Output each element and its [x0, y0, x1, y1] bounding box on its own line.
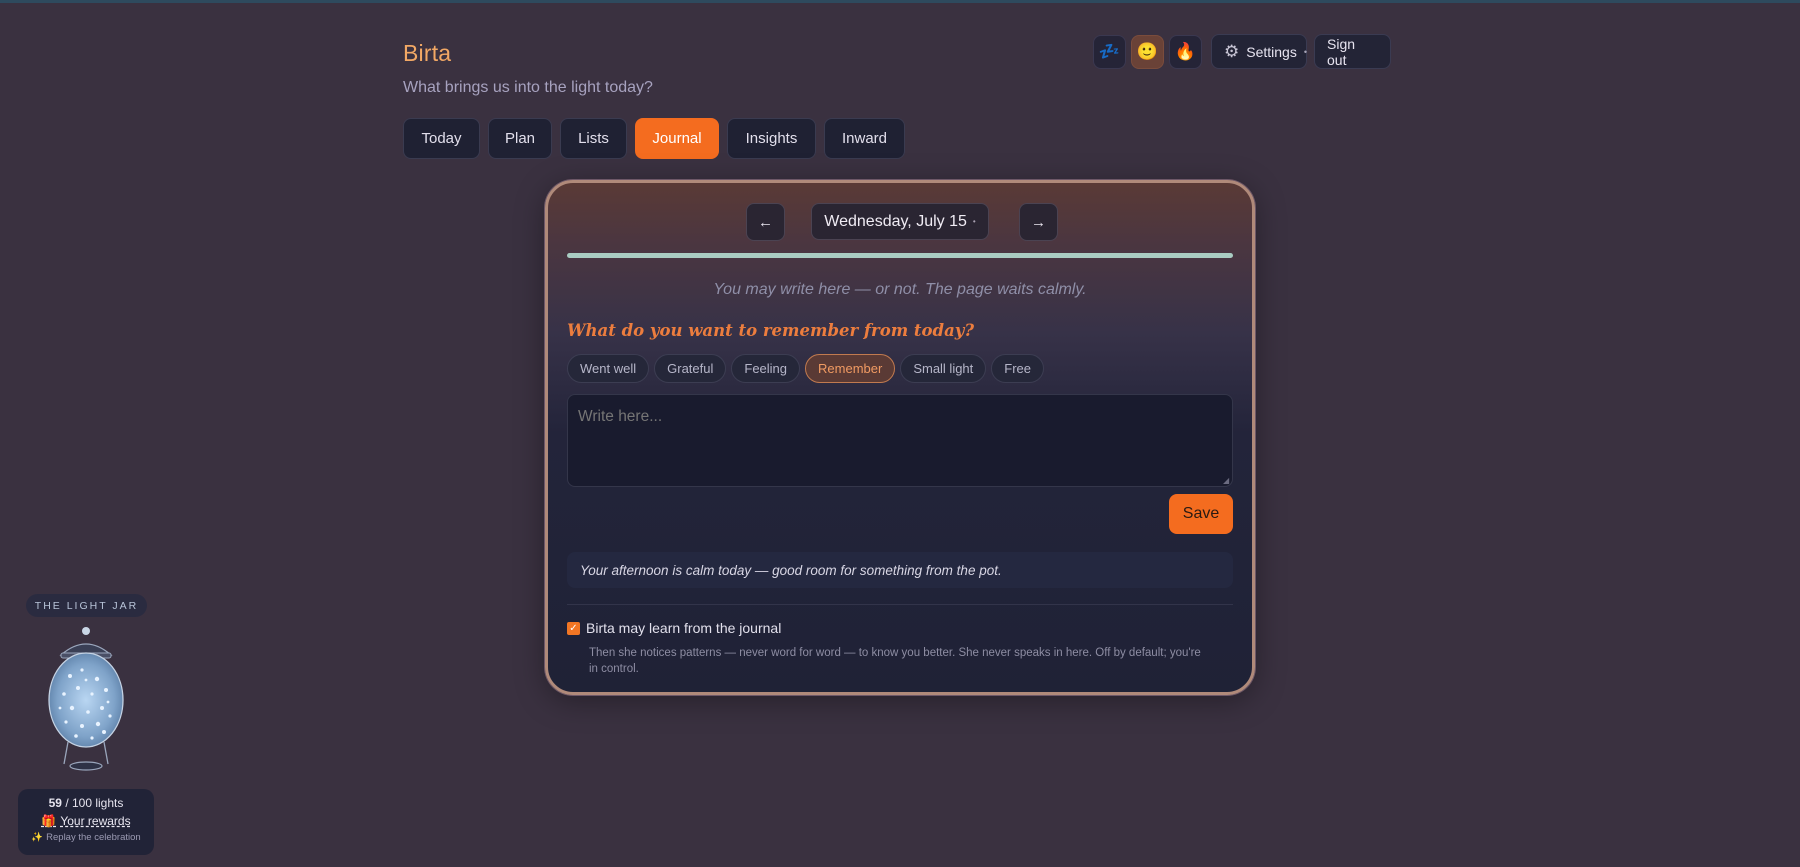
replay-label: Replay the celebration — [46, 832, 141, 843]
tab-lists[interactable]: Lists — [560, 118, 627, 159]
card-glow — [728, 692, 1068, 695]
date-navigation: ← Wednesday, July 15 • → — [548, 203, 1252, 241]
journal-hint: You may write here — or not. The page wa… — [713, 281, 1087, 298]
consent-checkbox[interactable]: ✓ — [567, 621, 580, 635]
rewards-label: Your rewards — [60, 814, 131, 828]
sleep-icon: 💤 — [1098, 41, 1121, 61]
journal-progress-fill — [567, 253, 1233, 258]
chip-went-well[interactable]: Went well — [567, 354, 650, 383]
app-title: Birta — [403, 40, 452, 66]
settings-button[interactable]: ⚙ Settings • — [1211, 34, 1307, 69]
date-picker[interactable]: Wednesday, July 15 • — [811, 203, 989, 240]
journal-prompt: What do you want to remember from today? — [567, 321, 975, 340]
chip-feeling[interactable]: Feeling — [731, 354, 801, 383]
lights-count-value: 59 — [48, 796, 62, 810]
mood-fire-button[interactable]: 🔥 — [1169, 34, 1202, 69]
gift-icon: 🎁 — [41, 814, 57, 828]
chip-free[interactable]: Free — [991, 354, 1045, 383]
tab-today[interactable]: Today — [403, 118, 480, 159]
sparkles-icon: ✨ — [31, 832, 44, 843]
lights-count: 59 / 100 lights — [49, 796, 124, 810]
mood-smile-button[interactable]: 🙂 — [1131, 34, 1164, 69]
tab-journal[interactable]: Journal — [635, 118, 719, 159]
resize-grip-icon[interactable]: ◢ — [1223, 477, 1231, 485]
journal-textarea[interactable] — [567, 394, 1233, 487]
divider — [567, 604, 1233, 605]
mood-sleep-button[interactable]: 💤 — [1093, 34, 1126, 69]
main-tabs: Today Plan Lists Journal Insights Inward — [403, 118, 905, 159]
consent-row: ✓ Birta may learn from the journal — [567, 620, 781, 636]
fire-icon: 🔥 — [1174, 41, 1197, 61]
smile-icon: 🙂 — [1136, 41, 1159, 61]
tab-insights[interactable]: Insights — [727, 118, 816, 159]
tab-inward[interactable]: Inward — [824, 118, 905, 159]
journal-card: ← Wednesday, July 15 • → You may write h… — [545, 180, 1255, 695]
light-jar-stats: 59 / 100 lights 🎁 Your rewards ✨ Replay … — [18, 789, 154, 855]
chip-remember[interactable]: Remember — [805, 354, 896, 383]
consent-label: Birta may learn from the journal — [586, 620, 782, 636]
previous-day-button[interactable]: ← — [746, 203, 785, 241]
sign-out-button[interactable]: Sign out — [1314, 34, 1391, 69]
dropdown-dot-icon: • — [1303, 46, 1307, 57]
light-jar-title: THE LIGHT JAR — [26, 594, 147, 617]
gear-icon: ⚙ — [1224, 41, 1240, 61]
journal-progress-bar — [567, 253, 1233, 258]
header-actions: 💤 🙂 🔥 ⚙ Settings • Sign out — [1093, 34, 1391, 69]
date-label: Wednesday, July 15 — [824, 212, 967, 230]
arrow-right-icon: → — [1031, 213, 1046, 231]
arrow-left-icon: ← — [758, 213, 773, 231]
sign-out-label: Sign out — [1327, 35, 1356, 68]
settings-label: Settings — [1246, 43, 1297, 60]
app-tagline: What brings us into the light today? — [403, 79, 653, 96]
window-top-border — [0, 0, 1800, 3]
journal-note: Your afternoon is calm today — good room… — [567, 552, 1233, 588]
dropdown-dot-icon: • — [972, 217, 976, 226]
chip-small-light[interactable]: Small light — [900, 354, 987, 383]
chip-grateful[interactable]: Grateful — [654, 354, 727, 383]
save-button[interactable]: Save — [1169, 494, 1233, 534]
light-jar-icon — [48, 627, 124, 771]
lights-count-suffix: / 100 lights — [61, 796, 124, 810]
consent-description: Then she notices patterns — never word f… — [589, 647, 1201, 675]
next-day-button[interactable]: → — [1019, 203, 1058, 241]
tab-plan[interactable]: Plan — [488, 118, 552, 159]
prompt-chips: Went well Grateful Feeling Remember Smal… — [567, 354, 1045, 383]
replay-celebration-link[interactable]: ✨ Replay the celebration — [31, 832, 140, 843]
rewards-link[interactable]: 🎁 Your rewards — [41, 814, 130, 828]
